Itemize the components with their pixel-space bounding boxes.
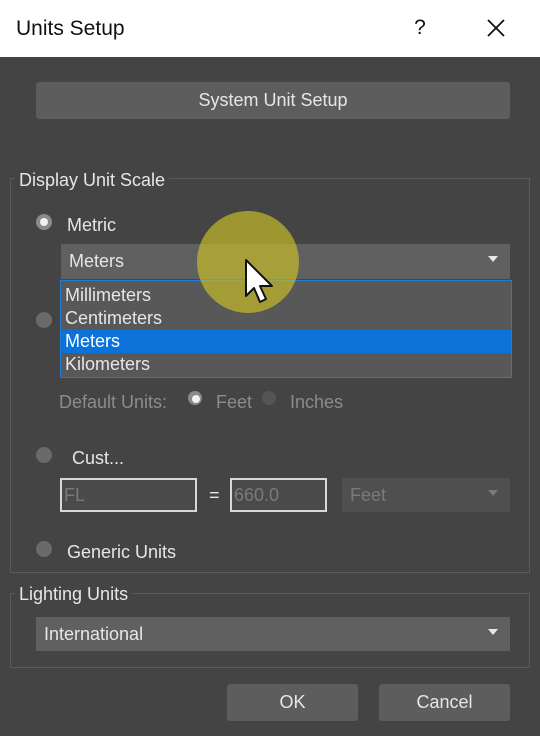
chevron-down-icon [488, 256, 498, 262]
custom-amount-value: 660.0 [234, 485, 280, 505]
close-button[interactable] [478, 10, 514, 46]
display-unit-scale-label: Display Unit Scale [15, 170, 170, 191]
mouse-pointer-icon [245, 259, 273, 303]
inches-label: Inches [290, 392, 344, 412]
inches-radio[interactable] [262, 391, 276, 405]
dialog-title: Units Setup [16, 17, 125, 40]
custom-name-field[interactable]: FL [60, 478, 197, 512]
cancel-button[interactable]: Cancel [379, 684, 510, 721]
custom-unit-select[interactable]: Feet [342, 478, 510, 512]
custom-amount-field[interactable]: 660.0 [230, 478, 327, 512]
custom-name-value: FL [64, 485, 86, 505]
chevron-down-icon [488, 490, 498, 496]
chevron-down-icon [488, 629, 498, 635]
unit-option-kilometers[interactable]: Kilometers [61, 353, 511, 376]
equals-sign: = [209, 485, 220, 505]
custom-unit-value: Feet [350, 485, 387, 505]
lighting-units-label: Lighting Units [15, 584, 133, 605]
feet-label: Feet [216, 392, 253, 412]
feet-radio[interactable] [188, 391, 202, 405]
dialog-body: System Unit Setup Display Unit Scale Met… [0, 57, 540, 736]
metric-label: Metric [67, 215, 116, 235]
custom-label: Cust... [72, 448, 125, 468]
generic-units-label: Generic Units [67, 542, 177, 562]
unit-option-centimeters[interactable]: Centimeters [61, 307, 511, 330]
us-standard-radio[interactable] [36, 312, 52, 328]
metric-unit-value: Meters [69, 251, 125, 271]
close-icon [487, 19, 505, 37]
default-units-label: Default Units: [59, 392, 168, 412]
system-unit-setup-button[interactable]: System Unit Setup [36, 82, 510, 119]
generic-units-radio[interactable] [36, 541, 52, 557]
help-button[interactable]: ? [402, 10, 438, 46]
metric-radio[interactable] [36, 214, 52, 230]
lighting-units-select[interactable]: International [36, 617, 510, 651]
title-bar: Units Setup ? [0, 0, 540, 57]
lighting-units-value: International [44, 624, 144, 644]
ok-button[interactable]: OK [227, 684, 358, 721]
custom-radio[interactable] [36, 447, 52, 463]
unit-option-meters[interactable]: Meters [61, 330, 511, 353]
